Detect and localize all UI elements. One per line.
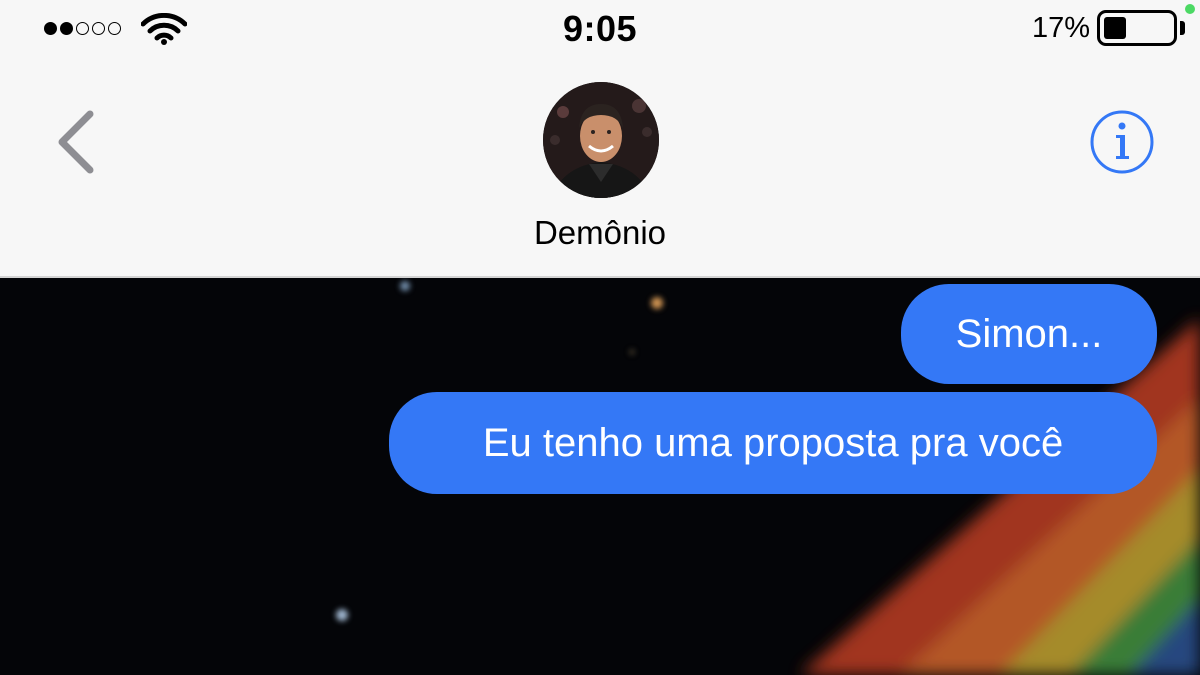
battery-level [1104,17,1126,39]
contact-avatar[interactable] [543,82,659,198]
message-thread[interactable]: Simon... Eu tenho uma proposta pra você [0,278,1200,675]
outgoing-message-bubble[interactable]: Eu tenho uma proposta pra você [389,392,1157,494]
status-time: 9:05 [562,8,638,49]
contact-name[interactable]: Demônio [0,214,1200,252]
info-icon[interactable] [1089,109,1155,175]
avatar-photo [543,82,659,198]
battery-percentage: 17% [1031,12,1090,44]
privacy-indicator-dot [1185,4,1195,14]
status-bar: 9:05 17% [0,0,1200,60]
conversation-header: 9:05 17% Demônio [0,0,1200,278]
battery-nub [1180,21,1185,35]
back-chevron-icon[interactable] [52,108,102,176]
outgoing-message-bubble[interactable]: Simon... [901,284,1157,384]
battery-icon [1097,10,1177,46]
